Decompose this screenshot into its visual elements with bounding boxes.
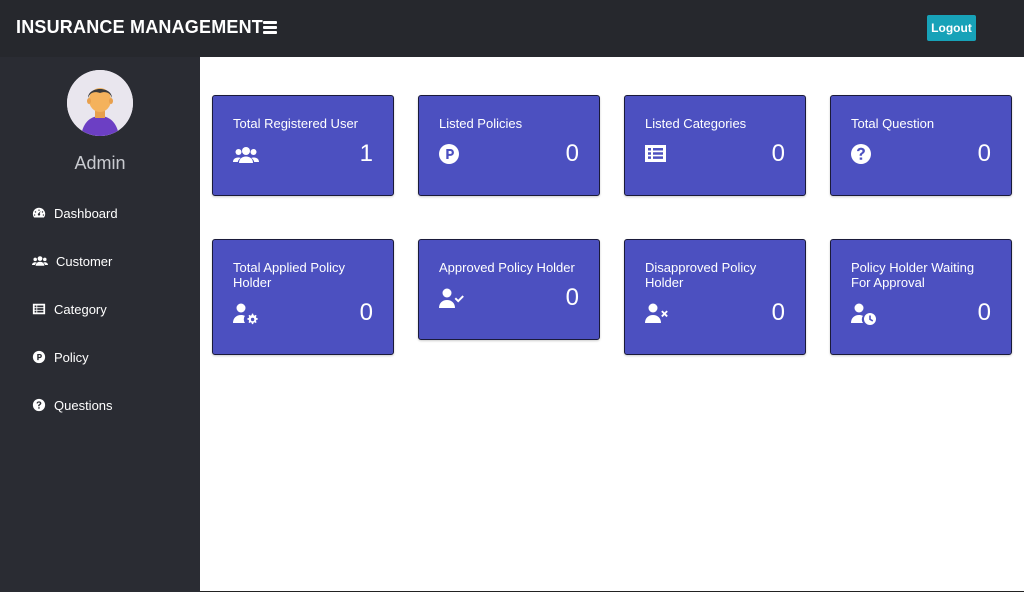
user-times-icon [645,303,668,323]
user-cog-icon [233,303,258,325]
sidebar-item-label: Customer [56,253,113,269]
sidebar-item-label: Questions [54,397,113,413]
card-disapproved-policy-holder[interactable]: Disapproved Policy Holder 0 [624,239,806,355]
avatar [67,70,133,136]
top-navbar: INSURANCE MANAGEMENT Logout [0,0,1024,57]
app-title: INSURANCE MANAGEMENT [16,17,263,37]
card-title: Listed Categories [645,116,747,131]
card-count: 0 [565,284,579,311]
card-title: Total Applied Policy Holder [233,260,346,290]
list-icon [32,303,46,315]
card-total-question[interactable]: Total Question 0 [830,95,1012,196]
card-title: Total Registered User [233,116,358,131]
sidebar-item-label: Dashboard [54,205,118,221]
logout-button[interactable]: Logout [927,15,976,41]
sidebar-item-questions[interactable]: Questions [32,395,113,415]
card-title: Total Question [851,116,935,131]
card-title: Approved Policy Holder [439,260,575,275]
sidebar: Admin Dashboard Customer Category Policy… [0,57,200,592]
sidebar-item-category[interactable]: Category [32,299,107,319]
card-count: 0 [977,140,991,167]
card-title: Policy Holder Waiting For Approval [851,260,975,290]
sidebar-item-dashboard[interactable]: Dashboard [32,203,118,223]
parking-circle-icon [439,144,459,164]
sidebar-item-label: Policy [54,349,89,365]
user-name: Admin [74,153,126,173]
sidebar-item-customer[interactable]: Customer [32,251,112,271]
parking-circle-icon [32,350,46,364]
card-count: 1 [359,140,373,167]
user-clock-icon [851,303,876,325]
card-title: Listed Policies [439,116,523,131]
card-approved-policy-holder[interactable]: Approved Policy Holder 0 [418,239,600,340]
card-count: 0 [359,299,373,326]
card-title: Disapproved Policy Holder [645,260,757,290]
list-icon [645,145,666,162]
user-check-icon [439,288,464,308]
card-count: 0 [771,299,785,326]
users-icon [233,147,259,163]
card-count: 0 [565,140,579,167]
card-policy-holder-waiting-for-approval[interactable]: Policy Holder Waiting For Approval 0 [830,239,1012,355]
card-total-registered-user[interactable]: Total Registered User 1 [212,95,394,196]
hamburger-menu-icon[interactable] [263,21,277,34]
card-listed-policies[interactable]: Listed Policies 0 [418,95,600,196]
card-total-applied-policy-holder[interactable]: Total Applied Policy Holder 0 [212,239,394,355]
dashboard-main: Total Registered User 1 Listed Policies … [200,57,1024,592]
card-count: 0 [771,140,785,167]
dashboard-icon [32,207,46,218]
question-circle-icon [32,398,46,412]
sidebar-item-policy[interactable]: Policy [32,347,89,367]
sidebar-item-label: Category [54,301,107,317]
users-icon [32,256,48,266]
card-count: 0 [977,299,991,326]
card-listed-categories[interactable]: Listed Categories 0 [624,95,806,196]
question-circle-icon [851,144,871,164]
